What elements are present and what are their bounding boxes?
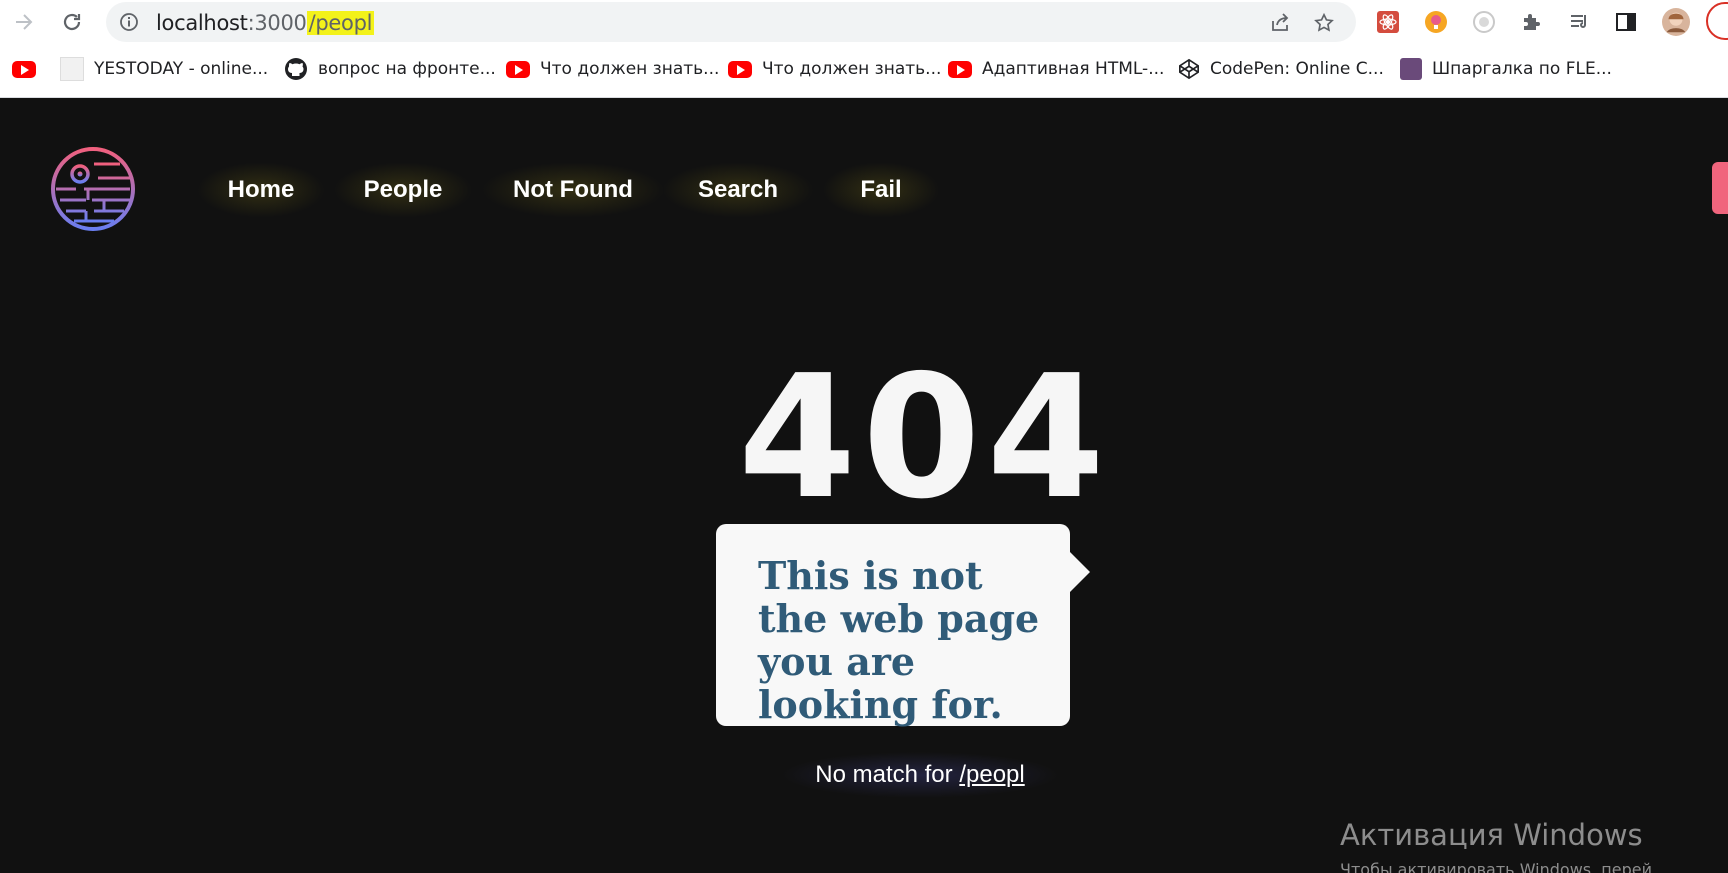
nav-not-found[interactable]: Not Found: [474, 160, 672, 220]
site-icon: [1400, 58, 1422, 80]
profile-menu-button[interactable]: [1706, 2, 1728, 40]
bookmark-youtube[interactable]: [12, 54, 36, 84]
site-info-icon[interactable]: [118, 11, 140, 33]
profile-avatar[interactable]: [1662, 8, 1690, 36]
death-star-logo-icon[interactable]: [48, 144, 138, 234]
bookmark-github[interactable]: вопрос на фронте...: [284, 54, 496, 84]
bookmark-yestoday[interactable]: YESTODAY - online...: [60, 54, 268, 84]
no-match-path-link[interactable]: /peopl: [959, 761, 1024, 788]
url-host: localhost: [156, 11, 248, 35]
error-code: 404: [738, 339, 1111, 537]
bookmark-label: вопрос на фронте...: [318, 59, 496, 79]
side-tab[interactable]: [1712, 162, 1728, 214]
bookmark-label: Адаптивная HTML-...: [982, 59, 1165, 79]
nav-fail[interactable]: Fail: [818, 160, 944, 220]
codepen-icon: [1179, 58, 1199, 80]
side-panel-icon[interactable]: [1612, 8, 1640, 36]
nav-home[interactable]: Home: [192, 160, 330, 220]
extension-bulb-icon[interactable]: [1422, 8, 1450, 36]
bookmark-label: CodePen: Online C...: [1210, 59, 1384, 79]
reload-button[interactable]: [56, 6, 88, 38]
media-queue-icon[interactable]: [1566, 8, 1594, 36]
browser-toolbar: localhost:3000/peopl: [0, 0, 1728, 44]
nav-people[interactable]: People: [328, 160, 478, 220]
arrow-right-icon: [16, 14, 33, 30]
bookmark-label: Что должен знать...: [540, 59, 720, 79]
bookmark-star-icon[interactable]: [1312, 11, 1336, 35]
url-port: :3000: [247, 11, 307, 35]
url-text[interactable]: localhost:3000/peopl: [156, 11, 375, 35]
no-match-prefix: No match for: [815, 761, 953, 788]
react-devtools-icon[interactable]: [1374, 8, 1402, 36]
bookmark-youtube-video[interactable]: Что должен знать...: [506, 54, 719, 84]
no-match-text: No match for /peopl: [770, 750, 1070, 800]
extensions-puzzle-icon[interactable]: [1518, 8, 1546, 36]
share-icon[interactable]: [1268, 11, 1292, 35]
bookmark-flex-cheatsheet[interactable]: Шпаргалка по FLE...: [1400, 54, 1612, 84]
youtube-icon: [728, 60, 752, 78]
github-icon: [285, 58, 307, 80]
bookmark-label: YESTODAY - online...: [94, 59, 269, 79]
reload-icon: [63, 13, 81, 31]
extension-circle-icon[interactable]: [1470, 8, 1498, 36]
site-icon: [60, 57, 84, 81]
youtube-icon: [948, 60, 972, 78]
speech-bubble: This is not the web page you are looking…: [716, 524, 1090, 727]
bookmark-codepen[interactable]: CodePen: Online C...: [1178, 54, 1384, 84]
browser-chrome: localhost:3000/peopl YESTODAY - online..…: [0, 0, 1728, 98]
youtube-icon: [506, 60, 530, 78]
windows-activation-subtitle: Чтобы активировать Windows, перей: [1340, 860, 1652, 873]
app-page: Home People Not Found Search Fail 404 Th…: [0, 98, 1728, 873]
bookmark-youtube-video[interactable]: Адаптивная HTML-...: [948, 54, 1164, 84]
windows-activation-title: Активация Windows: [1340, 818, 1643, 852]
forward-button[interactable]: [8, 6, 40, 38]
bookmark-label: Что должен знать...: [762, 59, 942, 79]
bookmarks-bar: YESTODAY - online... вопрос на фронте...…: [0, 52, 1728, 86]
youtube-icon: [12, 60, 36, 78]
url-path: /peopl: [306, 11, 375, 35]
address-bar[interactable]: localhost:3000/peopl: [106, 2, 1356, 42]
nav-search[interactable]: Search: [656, 160, 820, 220]
error-message: This is not the web page you are looking…: [758, 553, 1040, 727]
bookmark-youtube-video[interactable]: Что должен знать...: [728, 54, 941, 84]
bookmark-label: Шпаргалка по FLE...: [1432, 59, 1612, 79]
